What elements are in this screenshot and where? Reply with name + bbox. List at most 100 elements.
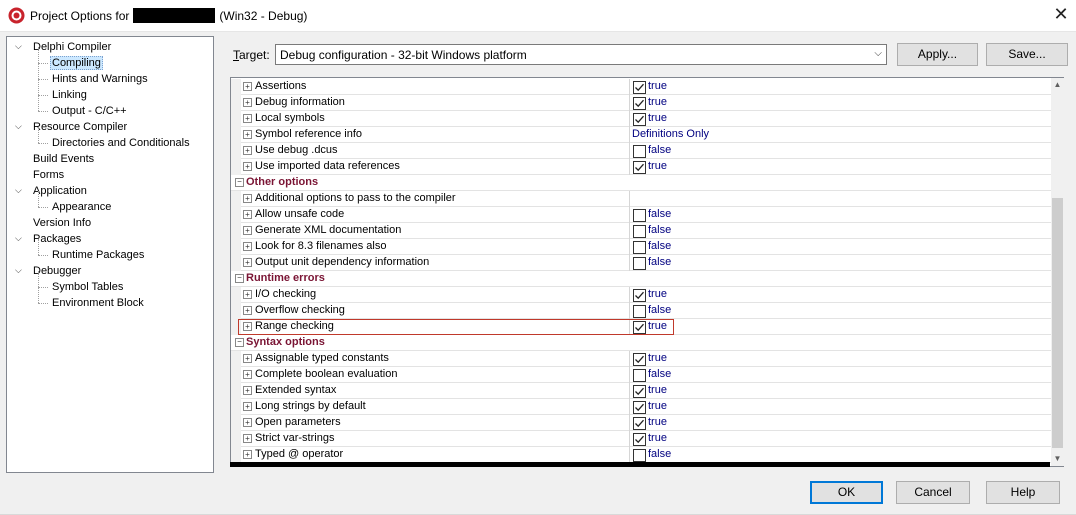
property-row[interactable]: + Look for 8.3 filenames also false — [231, 239, 1051, 255]
tree-item[interactable]: Build Events — [31, 151, 96, 167]
property-value[interactable]: false — [648, 208, 671, 220]
expand-icon[interactable]: + — [243, 306, 252, 315]
property-value[interactable]: true — [648, 80, 667, 92]
property-checkbox[interactable] — [633, 433, 646, 446]
property-row[interactable]: + Symbol reference info Definitions Only — [231, 127, 1051, 143]
property-row[interactable]: + Local symbols true — [231, 111, 1051, 127]
property-checkbox[interactable] — [633, 417, 646, 430]
expand-icon[interactable]: + — [243, 226, 252, 235]
property-value[interactable]: false — [648, 368, 671, 380]
options-tree[interactable]: ⌵ Delphi Compiler Compiling Hints and Warni… — [6, 36, 214, 473]
property-row[interactable]: + Extended syntax true — [231, 383, 1051, 399]
property-value[interactable]: true — [648, 384, 667, 396]
expand-icon[interactable]: + — [243, 402, 252, 411]
expand-icon[interactable]: + — [243, 82, 252, 91]
property-checkbox[interactable] — [633, 369, 646, 382]
property-row[interactable]: + Overflow checking false — [231, 303, 1051, 319]
expand-icon[interactable]: + — [243, 418, 252, 427]
expand-icon[interactable]: + — [243, 258, 252, 267]
property-value[interactable]: false — [648, 240, 671, 252]
expand-icon[interactable]: + — [243, 370, 252, 379]
property-value[interactable]: true — [648, 288, 667, 300]
property-value[interactable]: false — [648, 448, 671, 460]
property-checkbox[interactable] — [633, 289, 646, 302]
tree-item[interactable]: Version Info — [31, 215, 93, 231]
tree-item[interactable]: Output - C/C++ — [38, 95, 129, 119]
expand-icon[interactable]: + — [243, 450, 252, 459]
tree-item[interactable]: Compiling — [38, 47, 103, 71]
chevron-down-icon[interactable]: ⌵ — [15, 233, 25, 243]
scroll-thumb[interactable] — [1052, 198, 1063, 448]
expand-icon[interactable]: + — [243, 130, 252, 139]
expand-icon[interactable]: + — [243, 210, 252, 219]
collapse-icon[interactable]: − — [235, 338, 244, 347]
property-row[interactable]: + Allow unsafe code false — [231, 207, 1051, 223]
tree-item[interactable]: Appearance — [38, 191, 113, 215]
property-checkbox[interactable] — [633, 449, 646, 462]
property-value[interactable]: true — [648, 432, 667, 444]
ok-button[interactable]: OK — [810, 481, 883, 504]
tree-item[interactable]: ⌵ Delphi Compiler — [15, 39, 113, 55]
property-value[interactable]: false — [648, 144, 671, 156]
help-button[interactable]: Help — [986, 481, 1060, 504]
close-icon[interactable]: ✕ — [1052, 5, 1070, 23]
category-row[interactable]: − Other options — [231, 175, 1051, 191]
property-checkbox[interactable] — [633, 225, 646, 238]
expand-icon[interactable]: + — [243, 242, 252, 251]
chevron-down-icon[interactable]: ⌵ — [874, 48, 882, 59]
tree-item[interactable]: ⌵ Resource Compiler — [15, 119, 129, 135]
tree-item[interactable]: Hints and Warnings — [38, 63, 150, 87]
property-checkbox[interactable] — [633, 209, 646, 222]
property-row[interactable]: + Assertions true — [231, 79, 1051, 95]
chevron-down-icon[interactable]: ⌵ — [15, 265, 25, 275]
property-value[interactable]: false — [648, 224, 671, 236]
expand-icon[interactable]: + — [243, 114, 252, 123]
property-value[interactable]: false — [648, 304, 671, 316]
property-row[interactable]: + Generate XML documentation false — [231, 223, 1051, 239]
target-dropdown[interactable]: Debug configuration - 32-bit Windows pla… — [275, 44, 887, 65]
collapse-icon[interactable]: − — [235, 274, 244, 283]
property-checkbox[interactable] — [633, 257, 646, 270]
tree-item[interactable]: Linking — [38, 79, 89, 103]
tree-item[interactable]: Symbol Tables — [38, 271, 125, 295]
tree-item[interactable]: Runtime Packages — [38, 239, 146, 263]
tree-item[interactable]: Environment Block — [38, 287, 146, 311]
property-value[interactable]: true — [648, 112, 667, 124]
category-row[interactable]: − Syntax options — [231, 335, 1051, 351]
property-value[interactable]: true — [648, 96, 667, 108]
chevron-down-icon[interactable]: ⌵ — [15, 185, 25, 195]
property-row[interactable]: + Additional options to pass to the compi… — [231, 191, 1051, 207]
property-value[interactable]: Definitions Only — [632, 128, 709, 140]
expand-icon[interactable]: + — [243, 386, 252, 395]
category-row[interactable]: − Runtime errors — [231, 271, 1051, 287]
property-checkbox[interactable] — [633, 305, 646, 318]
property-grid[interactable]: + Assertions true + Debug information true + Lo… — [230, 77, 1064, 467]
property-value[interactable]: true — [648, 160, 667, 172]
property-row[interactable]: + Use debug .dcus false — [231, 143, 1051, 159]
property-value[interactable]: true — [648, 416, 667, 428]
property-row[interactable]: + Long strings by default true — [231, 399, 1051, 415]
chevron-down-icon[interactable]: ⌵ — [15, 41, 25, 51]
property-row[interactable]: + Typed @ operator false — [231, 447, 1051, 463]
tree-item[interactable]: ⌵ Application — [15, 183, 89, 199]
property-checkbox[interactable] — [633, 97, 646, 110]
expand-icon[interactable]: + — [243, 98, 252, 107]
property-row[interactable]: + I/O checking true — [231, 287, 1051, 303]
cancel-button[interactable]: Cancel — [896, 481, 970, 504]
property-checkbox[interactable] — [633, 81, 646, 94]
scroll-down-icon[interactable]: ▼ — [1051, 452, 1064, 466]
expand-icon[interactable]: + — [243, 290, 252, 299]
property-checkbox[interactable] — [633, 241, 646, 254]
property-value[interactable]: true — [648, 400, 667, 412]
apply-button[interactable]: Apply... — [897, 43, 978, 66]
property-checkbox[interactable] — [633, 145, 646, 158]
tree-item[interactable]: Forms — [31, 167, 66, 183]
expand-icon[interactable]: + — [243, 162, 252, 171]
property-checkbox[interactable] — [633, 113, 646, 126]
scroll-up-icon[interactable]: ▲ — [1051, 78, 1064, 92]
property-checkbox[interactable] — [633, 385, 646, 398]
chevron-down-icon[interactable]: ⌵ — [15, 121, 25, 131]
collapse-icon[interactable]: − — [235, 178, 244, 187]
property-row[interactable]: + Complete boolean evaluation false — [231, 367, 1051, 383]
property-value[interactable]: true — [648, 352, 667, 364]
